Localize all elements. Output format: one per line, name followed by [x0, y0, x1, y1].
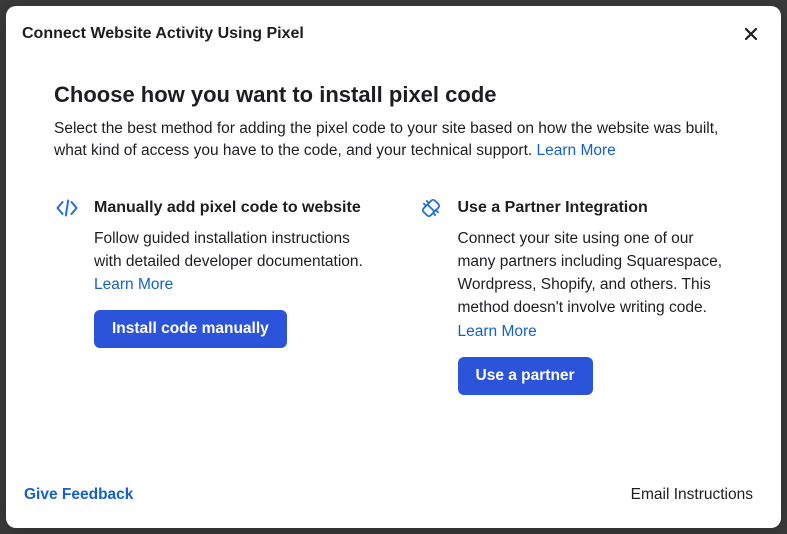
section-description: Select the best method for adding the pi…	[54, 118, 733, 163]
email-instructions-link[interactable]: Email Instructions	[631, 486, 753, 504]
section-learn-more-link[interactable]: Learn More	[537, 142, 616, 159]
handshake-icon	[418, 198, 444, 224]
install-manually-button[interactable]: Install code manually	[94, 310, 287, 348]
pixel-install-modal: Connect Website Activity Using Pixel Cho…	[6, 6, 781, 528]
option-partner-description-text: Connect your site using one of our many …	[458, 230, 723, 317]
code-icon	[54, 198, 80, 224]
modal-header: Connect Website Activity Using Pixel	[6, 6, 781, 58]
option-partner-description: Connect your site using one of our many …	[458, 227, 734, 343]
install-options: Manually add pixel code to website Follo…	[54, 197, 733, 395]
option-manual-title: Manually add pixel code to website	[94, 197, 370, 219]
modal-title: Connect Website Activity Using Pixel	[22, 25, 304, 43]
option-partner-title: Use a Partner Integration	[458, 197, 734, 219]
modal-body: Choose how you want to install pixel cod…	[6, 58, 781, 476]
close-button[interactable]	[737, 20, 765, 48]
option-manual-description-text: Follow guided installation instructions …	[94, 230, 363, 270]
close-icon	[742, 25, 760, 43]
option-partner-content: Use a Partner Integration Connect your s…	[458, 197, 734, 395]
option-manual-learn-more-link[interactable]: Learn More	[94, 276, 173, 293]
option-manual-description: Follow guided installation instructions …	[94, 227, 370, 297]
section-title: Choose how you want to install pixel cod…	[54, 82, 733, 108]
option-partner: Use a Partner Integration Connect your s…	[418, 197, 734, 395]
option-manual: Manually add pixel code to website Follo…	[54, 197, 370, 395]
section-description-text: Select the best method for adding the pi…	[54, 120, 718, 159]
option-manual-content: Manually add pixel code to website Follo…	[94, 197, 370, 395]
modal-footer: Give Feedback Email Instructions	[6, 476, 781, 528]
use-partner-button[interactable]: Use a partner	[458, 357, 593, 395]
option-partner-learn-more-link[interactable]: Learn More	[458, 323, 537, 340]
give-feedback-link[interactable]: Give Feedback	[24, 486, 133, 504]
